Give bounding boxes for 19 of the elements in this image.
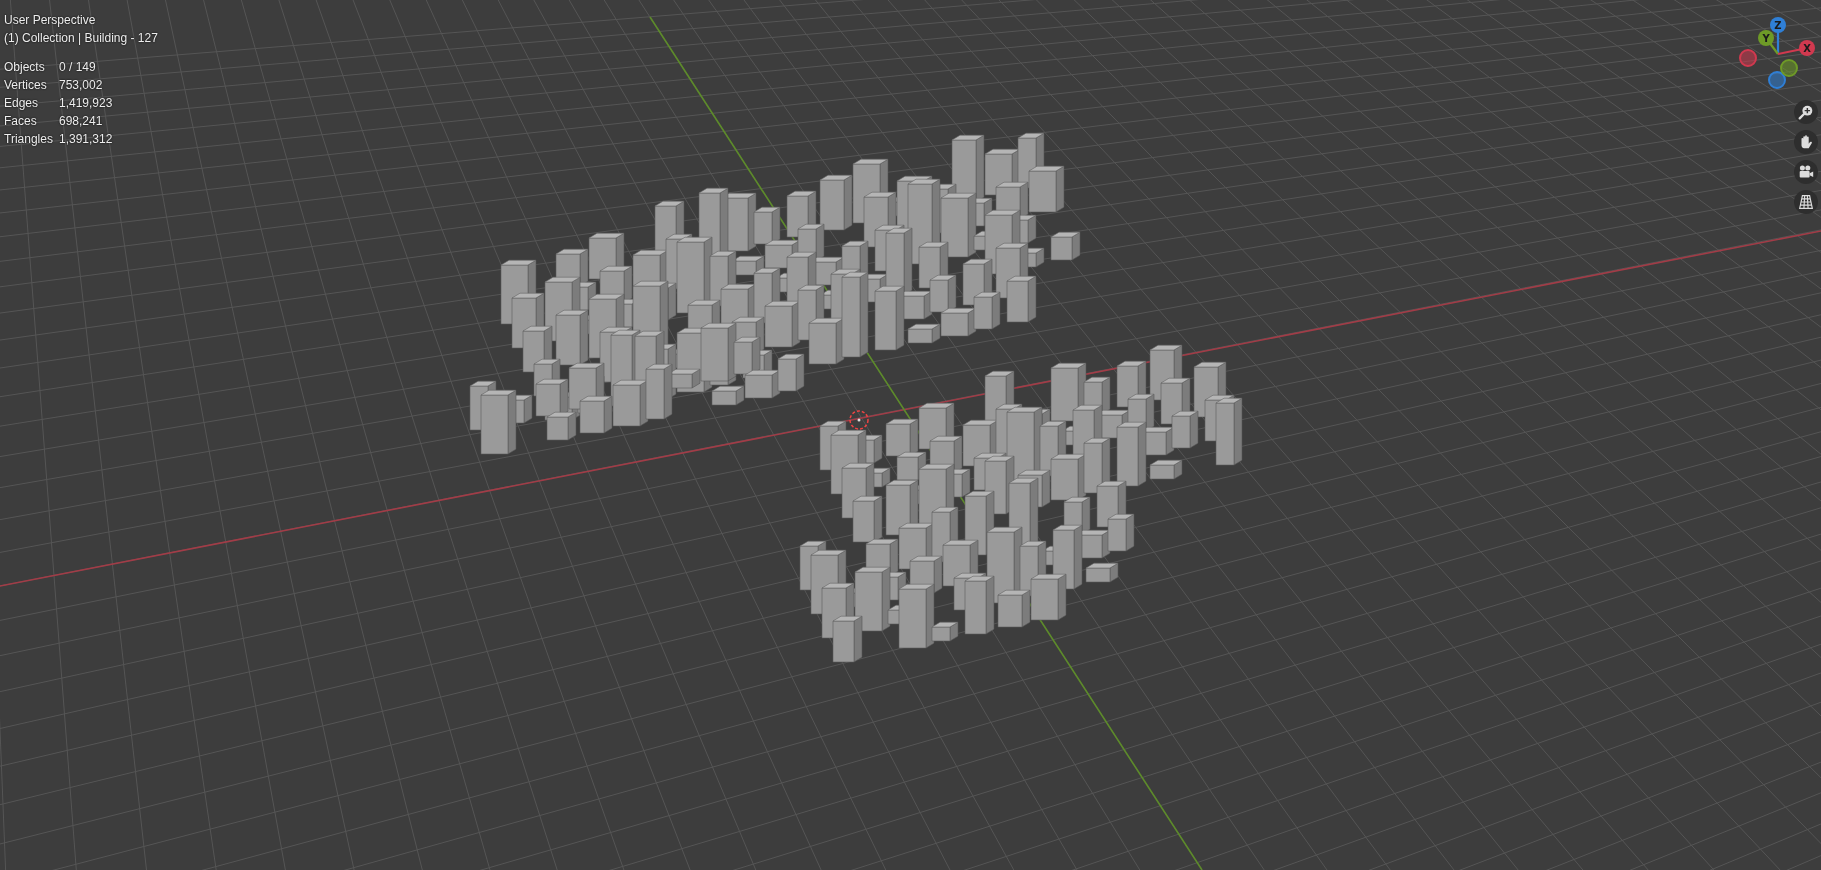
view-name: User Perspective — [4, 12, 97, 29]
stat-value: 1,391,312 — [59, 131, 114, 148]
stat-label: Edges — [4, 95, 40, 112]
3d-cursor-icon — [849, 410, 869, 430]
camera-icon[interactable] — [1794, 160, 1818, 184]
stat-value: 1,419,923 — [59, 95, 114, 112]
zoom-icon[interactable] — [1794, 100, 1818, 124]
stat-value: 698,241 — [59, 113, 104, 130]
3d-viewport[interactable]: User Perspective (1) Collection | Building - 127 Objects 0 / 149 Vertices 753,002 Edges 1,419,923 Faces 698,241 Triangles 1,391,312 Z Y X — [0, 0, 1821, 870]
stat-label: Objects — [4, 59, 46, 76]
stat-label: Vertices — [4, 77, 48, 94]
collection-label: (1) Collection | Building - 127 — [4, 30, 158, 47]
axis-gizmo[interactable]: Z Y X — [1720, 0, 1821, 100]
hand-pan-icon[interactable] — [1794, 130, 1818, 154]
stat-value: 753,002 — [59, 77, 104, 94]
stat-label: Triangles — [4, 131, 54, 148]
stat-value: 0 / 149 — [59, 59, 97, 76]
stat-label: Faces — [4, 113, 38, 130]
grid-icon[interactable] — [1794, 190, 1818, 214]
